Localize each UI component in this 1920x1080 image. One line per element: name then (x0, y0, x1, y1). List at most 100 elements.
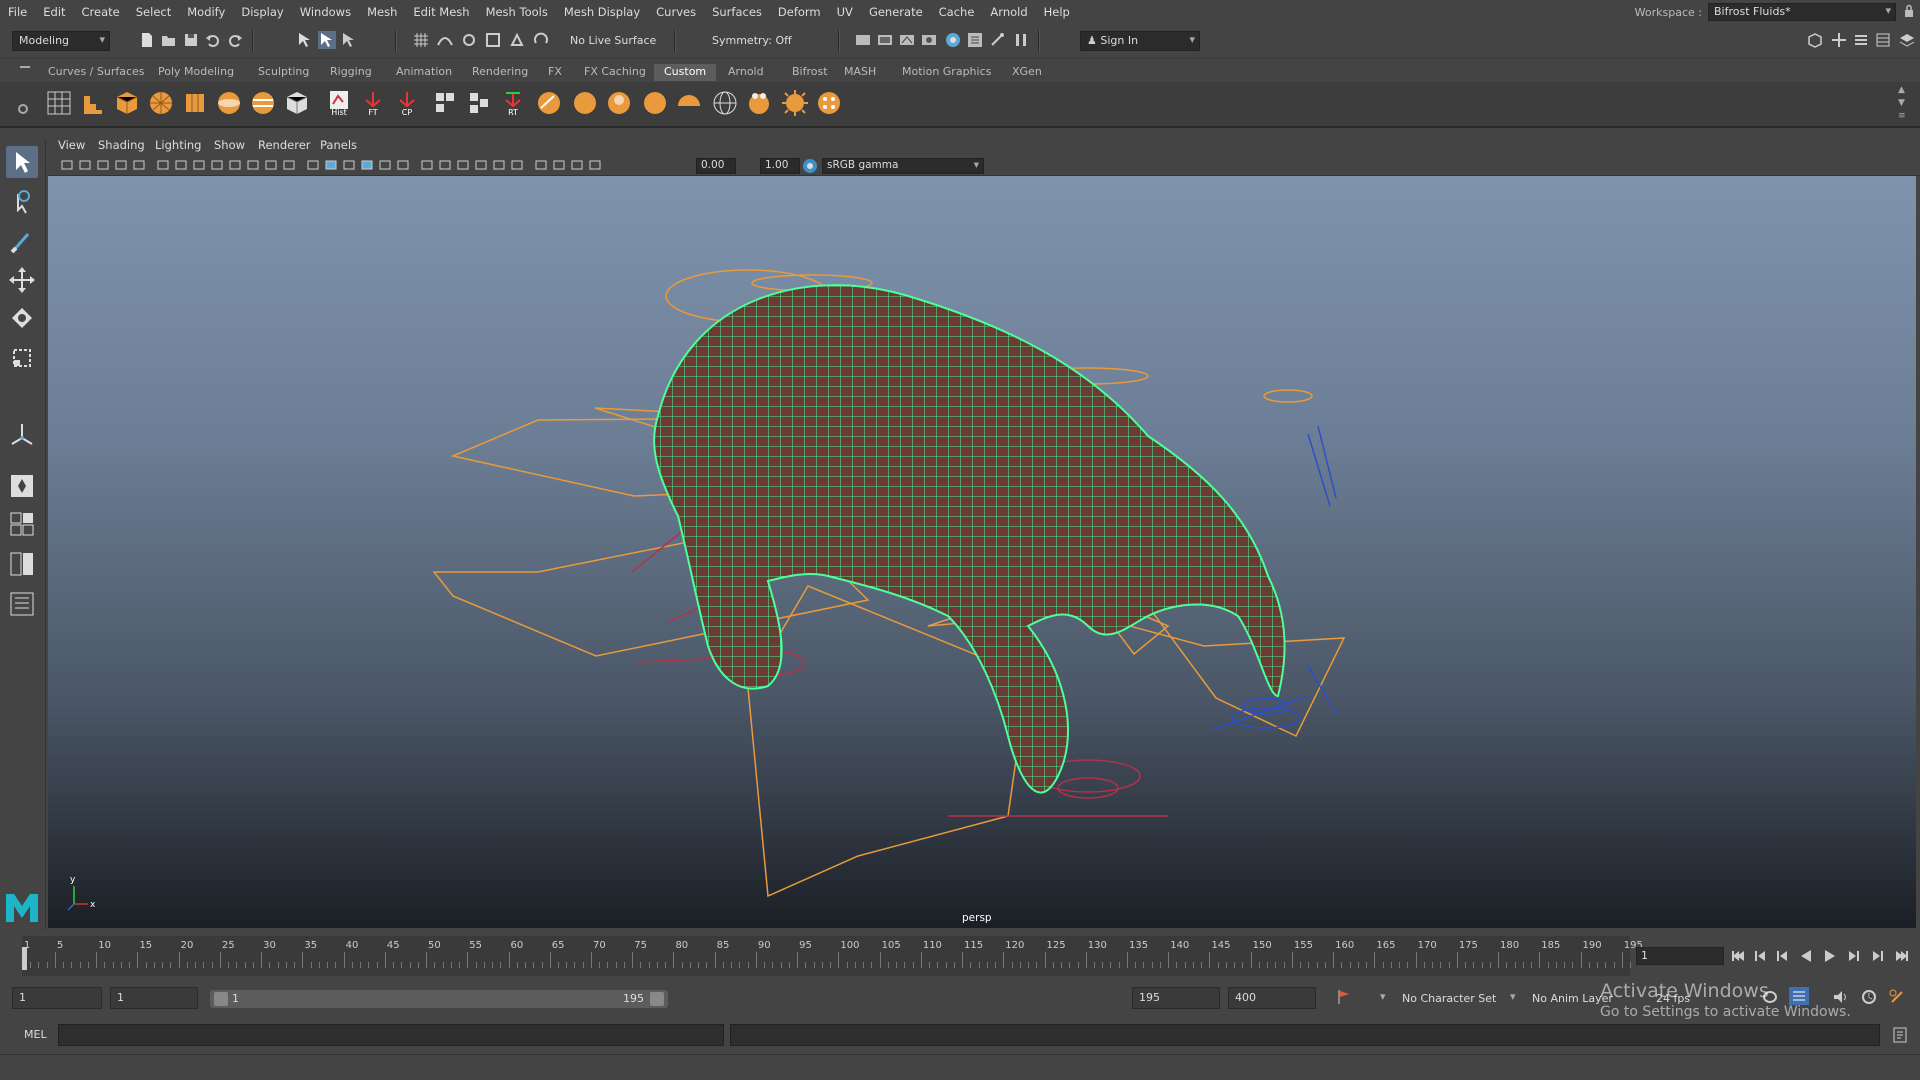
scene-canvas[interactable]: y x (48, 176, 1916, 928)
panel-menu-view[interactable]: View (58, 138, 85, 152)
menu-file[interactable]: File (0, 5, 35, 19)
depth-of-field-icon[interactable] (492, 158, 506, 172)
exposure-icon[interactable] (588, 158, 602, 172)
default-material-icon[interactable] (342, 158, 356, 172)
resolution-gate-icon[interactable] (210, 158, 224, 172)
select-camera-icon[interactable] (60, 158, 74, 172)
smooth-shade-icon[interactable] (324, 158, 338, 172)
menu-modify[interactable]: Modify (179, 5, 233, 19)
gamma-field[interactable]: 1.00 (760, 158, 800, 174)
move-tool-icon[interactable] (6, 264, 38, 296)
shelf-tab-custom[interactable]: Custom (654, 64, 717, 81)
render-settings-icon[interactable] (920, 31, 938, 49)
menu-mesh[interactable]: Mesh (359, 5, 405, 19)
snap-live-icon[interactable] (508, 31, 526, 49)
viewport-3d[interactable]: y x (48, 176, 1916, 928)
menu-mesh-tools[interactable]: Mesh Tools (478, 5, 556, 19)
mel-language-toggle[interactable]: MEL (24, 1028, 47, 1041)
bevel-sphere-icon[interactable] (604, 88, 634, 118)
mode-dropdown[interactable]: Modeling ▾ (12, 31, 110, 51)
menu-edit[interactable]: Edit (35, 5, 73, 19)
redo-icon[interactable] (226, 31, 244, 49)
menu-create[interactable]: Create (74, 5, 128, 19)
panel-menu-show[interactable]: Show (214, 138, 245, 152)
wireframe-on-shaded-icon[interactable] (360, 158, 374, 172)
color-management-icon[interactable] (802, 158, 818, 174)
animation-end-field[interactable]: 400 (1228, 987, 1316, 1009)
menu-arnold[interactable]: Arnold (982, 5, 1035, 19)
isolate-select-icon[interactable] (510, 158, 524, 172)
shadows-icon[interactable] (420, 158, 434, 172)
range-end-handle[interactable] (650, 992, 664, 1006)
lasso-tool-icon[interactable] (6, 186, 38, 218)
step-back-frame-icon[interactable] (1774, 948, 1790, 964)
shelf-tab-rendering[interactable]: Rendering (462, 64, 538, 81)
shelf-tab-fx[interactable]: FX (538, 64, 572, 81)
range-slider[interactable]: 1 195 (210, 990, 668, 1008)
poly-layers-icon[interactable] (248, 88, 278, 118)
lock-icon[interactable] (1904, 4, 1914, 18)
menu-generate[interactable]: Generate (861, 5, 931, 19)
menu-mesh-display[interactable]: Mesh Display (556, 5, 648, 19)
shelf-tab-curves-surfaces[interactable]: Curves / Surfaces (38, 64, 155, 81)
sun-sphere-icon[interactable] (780, 88, 810, 118)
select-tool-icon[interactable] (6, 146, 38, 178)
current-frame-field[interactable]: 1 (1636, 947, 1724, 965)
menu-select[interactable]: Select (128, 5, 179, 19)
four-view-layout-icon[interactable] (6, 508, 38, 540)
safe-action-icon[interactable] (264, 158, 278, 172)
smooth-sphere-icon[interactable] (570, 88, 600, 118)
shelf-tab-bifrost[interactable]: Bifrost (782, 64, 838, 81)
separate-icon[interactable] (464, 88, 494, 118)
snap-view-plane-icon[interactable] (484, 31, 502, 49)
snap-point-icon[interactable] (460, 31, 478, 49)
character-set-arrow-icon[interactable]: ▾ (1380, 990, 1386, 1003)
go-to-end-icon[interactable] (1894, 948, 1910, 964)
shelf-tab-motion-graphics[interactable]: Motion Graphics (892, 64, 1001, 81)
save-scene-icon[interactable] (182, 31, 200, 49)
playback-start-field[interactable]: 1 (110, 987, 198, 1009)
panel-menu-panels[interactable]: Panels (320, 138, 357, 152)
channel-box-icon[interactable] (1874, 31, 1892, 49)
textured-icon[interactable] (378, 158, 392, 172)
menu-uv[interactable]: UV (829, 5, 861, 19)
animation-start-field[interactable]: 1 (12, 987, 102, 1009)
menu-cache[interactable]: Cache (931, 5, 983, 19)
play-forward-icon[interactable] (1822, 948, 1838, 964)
xray-joints-icon[interactable] (552, 158, 566, 172)
sign-in-dropdown[interactable]: ♟ Sign In ▾ (1080, 31, 1200, 51)
motion-blur-icon[interactable] (456, 158, 470, 172)
select-components-icon[interactable] (340, 31, 358, 49)
paint-select-tool-icon[interactable] (6, 226, 38, 258)
half-sphere-icon[interactable] (674, 88, 704, 118)
last-tool-icon[interactable] (6, 418, 38, 450)
anim-layer-arrow-icon[interactable]: ▾ (1510, 990, 1516, 1003)
poly-stair-icon[interactable] (78, 88, 108, 118)
single-view-layout-icon[interactable] (6, 470, 38, 502)
menu-surfaces[interactable]: Surfaces (704, 5, 770, 19)
render-setup-icon[interactable] (966, 31, 984, 49)
view-transform-dropdown[interactable]: sRGB gamma ▾ (822, 158, 984, 174)
symmetry-dropdown[interactable]: Symmetry: Off (708, 32, 796, 50)
select-hierarchy-icon[interactable] (296, 31, 314, 49)
step-forward-key-icon[interactable] (1870, 948, 1886, 964)
shelf-tab-rigging[interactable]: Rigging (320, 64, 382, 81)
shelf-tab-fx-caching[interactable]: FX Caching (574, 64, 656, 81)
screen-space-ao-icon[interactable] (438, 158, 452, 172)
new-scene-icon[interactable] (138, 31, 156, 49)
snap-grid-icon[interactable] (412, 31, 430, 49)
grease-pencil-icon[interactable] (156, 158, 170, 172)
poly-disc-icon[interactable] (214, 88, 244, 118)
panel-menu-renderer[interactable]: Renderer (258, 138, 311, 152)
character-set-dropdown[interactable]: No Character Set (1402, 992, 1496, 1005)
rotate-tool-icon[interactable] (6, 302, 38, 334)
shelf-tab-mash[interactable]: MASH (834, 64, 886, 81)
light-editor-icon[interactable] (988, 31, 1006, 49)
wireframe-icon[interactable] (306, 158, 320, 172)
menu-curves[interactable]: Curves (648, 5, 704, 19)
step-forward-frame-icon[interactable] (1846, 948, 1862, 964)
attribute-editor-icon[interactable] (1830, 31, 1848, 49)
poly-cube-icon[interactable] (112, 88, 142, 118)
menu-deform[interactable]: Deform (770, 5, 829, 19)
tool-settings-icon[interactable] (1852, 31, 1870, 49)
